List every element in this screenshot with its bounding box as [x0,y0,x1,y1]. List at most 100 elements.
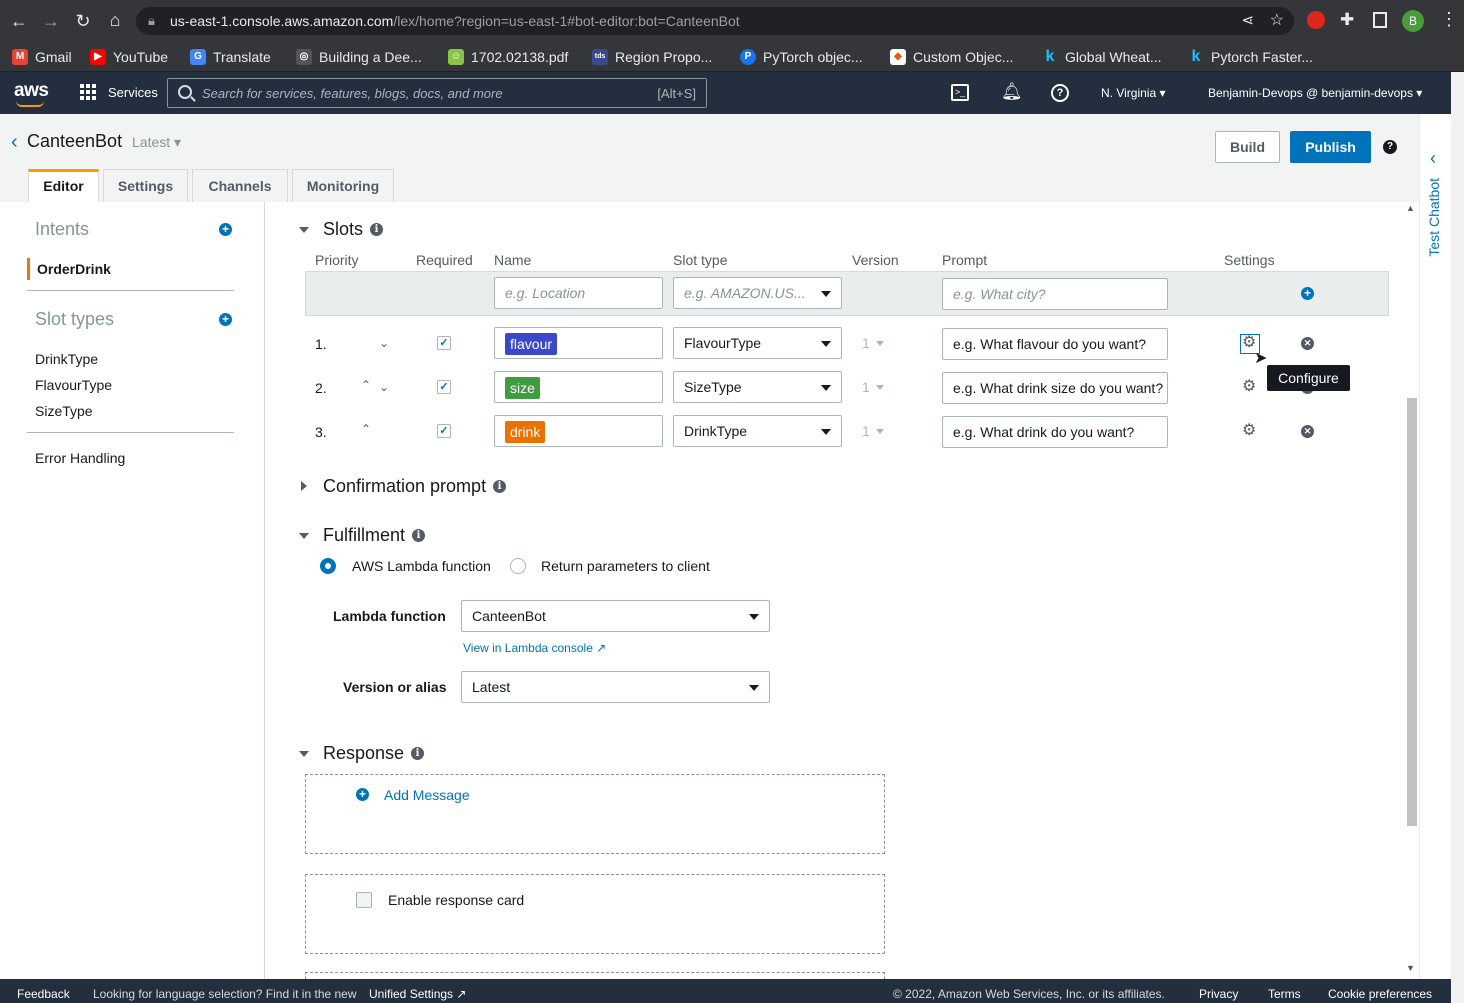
move-down-icon[interactable]: ⌄ [379,336,389,350]
new-slot-name-input[interactable]: e.g. Location [494,277,663,309]
tab-channels[interactable]: Channels [192,169,288,202]
aws-logo[interactable]: aws [14,80,49,102]
bookmark-faster[interactable]: k Pytorch Faster... [1188,47,1313,67]
new-slot-type-select[interactable]: e.g. AMAZON.US... [673,277,842,309]
cloudshell-icon[interactable]: >_ [951,84,969,101]
bell-icon[interactable]: 🔔︎ [1001,82,1023,102]
slot-name-field[interactable]: size [494,371,663,403]
add-slot-type-icon[interactable]: + [219,313,232,326]
required-checkbox[interactable]: ✓ [437,336,451,350]
chevron-down-icon[interactable] [876,341,884,346]
region-selector[interactable]: N. Virginia ▾ [1101,86,1166,100]
publish-button[interactable]: Publish [1290,131,1371,163]
bookmark-region[interactable]: tds Region Propo... [592,47,712,67]
unified-settings-link[interactable]: Unified Settings ↗ [369,987,466,1001]
slot-type-select[interactable]: FlavourType [673,327,842,359]
required-checkbox[interactable]: ✓ [437,424,451,438]
help-icon[interactable]: ? [1051,84,1069,102]
chevron-left-icon[interactable]: ‹ [1430,148,1436,169]
sidebar-item-error-handling[interactable]: Error Handling [35,450,125,466]
home-icon[interactable]: ⌂ [103,10,127,30]
move-down-icon[interactable]: ⌄ [379,380,389,394]
slot-prompt-input[interactable]: e.g. What drink size do you want? [942,372,1168,404]
menu-icon[interactable]: ⋮ [1440,9,1458,30]
collapse-slots-icon[interactable] [299,227,309,233]
gear-icon[interactable]: ⚙ [1242,423,1256,439]
forward-icon[interactable]: → [39,11,63,31]
feedback-link[interactable]: Feedback [17,987,70,1001]
tab-editor[interactable]: Editor [28,169,99,202]
slot-version[interactable]: 1 [862,379,870,395]
puzzle-icon[interactable]: ✚ [1340,10,1354,30]
move-up-icon[interactable]: ⌃ [361,422,371,436]
terms-link[interactable]: Terms [1268,987,1301,1001]
address-bar[interactable]: 🔒︎ us-east-1.console.aws.amazon.com/lex/… [136,7,1294,35]
gear-icon[interactable]: ⚙ [1242,379,1256,395]
bookmark-gmail[interactable]: M Gmail [12,47,72,67]
collapse-fulfillment-icon[interactable] [299,533,309,539]
info-icon[interactable]: i [370,223,383,236]
back-icon[interactable]: ← [7,11,31,31]
account-menu[interactable]: Benjamin-Devops @ benjamin-devops ▾ [1208,86,1422,100]
move-up-icon[interactable]: ⌃ [361,378,371,392]
sidebar-icon[interactable] [1373,12,1387,28]
back-chevron-icon[interactable]: ‹ [11,131,18,154]
add-message-icon[interactable]: + [356,788,369,801]
share-icon[interactable]: ⋖ [1241,11,1254,29]
bookmark-building[interactable]: ◎ Building a Dee... [296,47,422,67]
slot-type-select[interactable]: SizeType [673,371,842,403]
lambda-function-select[interactable]: CanteenBot [461,600,770,632]
slot-name-field[interactable]: drink [494,415,663,447]
sidebar-item-drinktype[interactable]: DrinkType [35,351,98,367]
page-scrollbar[interactable] [1451,72,1464,1003]
bookmark-custom[interactable]: ◆ Custom Objec... [890,47,1013,67]
remove-slot-icon[interactable]: ✕ [1301,337,1314,350]
add-message-link[interactable]: Add Message [384,787,470,803]
sidebar-item-orderdrink[interactable]: OrderDrink [37,261,111,277]
required-checkbox[interactable]: ✓ [437,380,451,394]
collapse-response-icon[interactable] [299,751,309,757]
bookmark-youtube[interactable]: ▶ YouTube [90,47,168,67]
version-alias-select[interactable]: Latest [461,671,770,703]
slot-version[interactable]: 1 [862,423,870,439]
info-icon[interactable]: i [412,529,425,542]
expand-confirmation-icon[interactable] [301,481,307,491]
build-button[interactable]: Build [1215,131,1280,163]
new-slot-prompt-input[interactable]: e.g. What city? [942,278,1168,310]
chevron-down-icon[interactable] [876,385,884,390]
tab-settings[interactable]: Settings [103,169,188,202]
help-icon[interactable]: ? [1383,140,1397,154]
cookie-preferences-link[interactable]: Cookie preferences [1328,987,1432,1001]
star-icon[interactable]: ☆ [1270,10,1284,30]
slot-type-select[interactable]: DrinkType [673,415,842,447]
bookmark-wheat[interactable]: k Global Wheat... [1042,47,1162,67]
slot-name-field[interactable]: flavour [494,327,663,359]
scroll-up-icon[interactable]: ▲ [1406,203,1415,213]
main-scrollbar-thumb[interactable] [1407,398,1417,826]
view-lambda-link[interactable]: View in Lambda console ↗ [463,641,606,655]
bookmark-translate[interactable]: G Translate [190,47,271,67]
profile-avatar[interactable]: B [1402,10,1424,32]
radio-return-params[interactable] [510,558,526,574]
confirmation-heading[interactable]: Confirmation prompt [323,476,486,497]
tab-monitoring[interactable]: Monitoring [292,169,394,202]
radio-lambda[interactable] [320,558,336,574]
slot-prompt-input[interactable]: e.g. What drink do you want? [942,416,1168,448]
add-intent-icon[interactable]: + [219,223,232,236]
chevron-down-icon[interactable] [876,429,884,434]
privacy-link[interactable]: Privacy [1199,987,1238,1001]
slot-prompt-input[interactable]: e.g. What flavour do you want? [942,328,1168,360]
sidebar-item-flavourtype[interactable]: FlavourType [35,377,112,393]
add-slot-icon[interactable]: + [1301,287,1314,300]
services-menu[interactable]: Services [80,84,158,100]
reload-icon[interactable]: ↻ [71,11,95,31]
search-input[interactable]: Search for services, features, blogs, do… [167,78,707,108]
bookmark-pdf[interactable]: ☺ 1702.02138.pdf [448,47,568,67]
remove-slot-icon[interactable]: ✕ [1301,425,1314,438]
slot-version[interactable]: 1 [862,335,870,351]
sidebar-item-sizetype[interactable]: SizeType [35,403,93,419]
info-icon[interactable]: i [493,480,506,493]
bot-version-dropdown[interactable]: Latest ▾ [132,134,181,151]
scroll-down-icon[interactable]: ▼ [1406,963,1415,973]
bookmark-pytorch[interactable]: P PyTorch objec... [740,47,863,67]
